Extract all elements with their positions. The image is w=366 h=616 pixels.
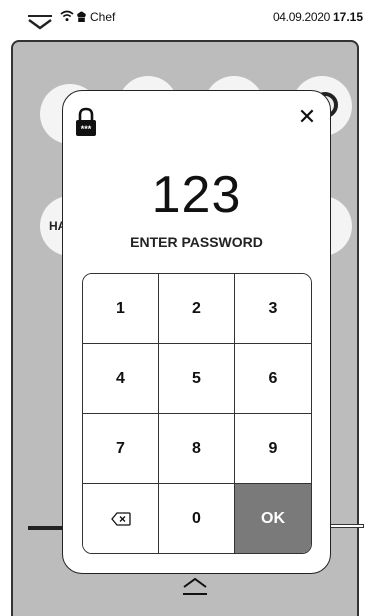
password-dialog: *** ✕ 123 ENTER PASSWORD 1 2 3 4 5 6 7 8… bbox=[62, 90, 331, 574]
status-bar: Chef 04.09.2020 17.15 bbox=[0, 0, 366, 38]
close-icon: ✕ bbox=[297, 104, 317, 129]
password-value: 123 bbox=[151, 166, 242, 224]
close-button[interactable]: ✕ bbox=[295, 104, 319, 129]
chef-user-icon bbox=[77, 11, 86, 22]
status-time: 17.15 bbox=[332, 10, 363, 24]
key-1[interactable]: 1 bbox=[83, 274, 159, 344]
backspace-button[interactable] bbox=[83, 484, 159, 553]
eject-icon[interactable] bbox=[180, 576, 210, 598]
password-label: ENTER PASSWORD bbox=[130, 234, 263, 250]
key-7[interactable]: 7 bbox=[83, 414, 159, 484]
key-6[interactable]: 6 bbox=[235, 344, 311, 414]
wifi-icon bbox=[60, 10, 74, 22]
key-5[interactable]: 5 bbox=[159, 344, 235, 414]
lock-icon-text: *** bbox=[81, 124, 92, 134]
key-9[interactable]: 9 bbox=[235, 414, 311, 484]
key-4[interactable]: 4 bbox=[83, 344, 159, 414]
ok-button[interactable]: OK bbox=[235, 484, 311, 553]
key-8[interactable]: 8 bbox=[159, 414, 235, 484]
key-0[interactable]: 0 bbox=[159, 484, 235, 553]
key-3[interactable]: 3 bbox=[235, 274, 311, 344]
menu-collapse-icon[interactable] bbox=[27, 14, 53, 40]
numeric-keypad: 1 2 3 4 5 6 7 8 9 0 OK bbox=[82, 273, 312, 554]
key-2[interactable]: 2 bbox=[159, 274, 235, 344]
user-role-label: Chef bbox=[90, 10, 116, 24]
backspace-icon bbox=[110, 511, 131, 526]
lock-icon: *** bbox=[76, 107, 96, 136]
status-date: 04.09.2020 bbox=[272, 10, 330, 24]
device-screen: Chef 04.09.2020 17.15 HA *** ✕ 123 ENTER… bbox=[0, 0, 366, 616]
background-slider-right bbox=[328, 524, 364, 528]
